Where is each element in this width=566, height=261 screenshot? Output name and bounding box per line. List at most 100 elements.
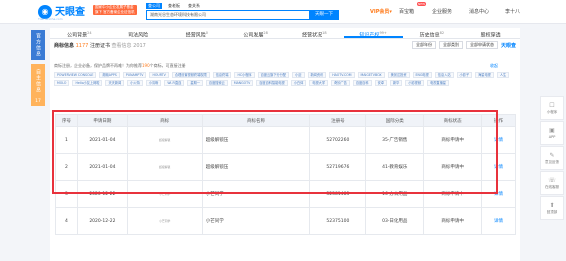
mini-program-icon: ☐	[549, 102, 555, 109]
note-number: 190	[142, 63, 150, 68]
search-button[interactable]: 天眼一下	[309, 10, 339, 20]
trademark-thumbnail[interactable]: 小芒同学	[153, 215, 177, 227]
tab-label: 股权穿透	[480, 32, 501, 39]
customer-service-button[interactable]: ☏ 在线客服	[540, 171, 564, 195]
tab-count: 82	[439, 31, 445, 35]
vip-link[interactable]: VIP会员▾	[370, 8, 392, 15]
tab-judicial-risk[interactable]: 司法风险	[109, 28, 168, 39]
trademark-chip[interactable]: 信息终端	[212, 72, 232, 78]
search-tab-relation[interactable]: 查关系	[186, 3, 202, 9]
trademark-chip[interactable]: 百度搜索云	[205, 80, 228, 86]
tab-history[interactable]: 历史信息82	[403, 28, 462, 39]
col-name: 商标名称	[201, 114, 311, 127]
collapse-link[interactable]: 收起	[490, 63, 498, 69]
trademark-chip[interactable]: 新闻资讯	[307, 72, 327, 78]
tab-operating-status[interactable]: 经营状况18	[285, 28, 344, 39]
trademark-chip[interactable]: 小影子	[456, 72, 473, 78]
cell-class: 41-教育娱乐	[365, 153, 425, 181]
user-menu[interactable]: 李十八	[505, 8, 520, 15]
trademark-chip[interactable]: 电视直播星	[427, 80, 449, 86]
trademark-chip[interactable]: 天天新闻	[105, 80, 125, 86]
trademark-chip[interactable]: MOLO	[54, 80, 70, 86]
trademark-chip[interactable]: 百度云旗下分分配	[257, 72, 290, 78]
trademark-chip[interactable]: 湘赣APPS	[99, 72, 120, 78]
left-category-tabs: 官方信息 自主信息 17	[31, 30, 45, 106]
app-link[interactable]: 百宝箱	[399, 8, 414, 15]
col-no: 序号	[55, 114, 78, 127]
search-tab-boss[interactable]: 查老板	[166, 3, 182, 9]
cell-image: 小芒同学	[126, 207, 203, 235]
section-title: 商标信息	[54, 43, 75, 49]
trademark-chip[interactable]: HOURTV	[149, 72, 169, 78]
trademark-chip[interactable]: POWERVIEW CONSOLE	[54, 72, 97, 78]
cell-date: 2020-12-22	[76, 180, 128, 208]
trademark-chip[interactable]: 安卓	[374, 80, 387, 86]
download-link[interactable]: 查看信息 2017	[112, 43, 146, 49]
trademark-chip[interactable]: 新华	[389, 80, 403, 86]
trademark-chip[interactable]: 小白体	[290, 80, 307, 86]
trademark-thumbnail[interactable]: 超级解锁	[153, 161, 177, 173]
trademark-chip[interactable]: 小清晰	[145, 80, 162, 86]
detail-link[interactable]: 详情	[481, 153, 516, 181]
search-tab-company[interactable]: 查公司	[146, 3, 162, 9]
status-filter[interactable]: 全部申请状态	[465, 41, 498, 49]
search-input[interactable]: 湖南光谷生态环境科技有限公司	[146, 10, 310, 20]
tab-equity[interactable]: 股权穿透	[461, 28, 520, 39]
trademark-chip[interactable]: ENG电视	[412, 72, 432, 78]
search-type-tabs: 查公司 查老板 查关系	[146, 3, 202, 9]
trademark-thumbnail[interactable]: 小芒同学	[153, 188, 177, 200]
phone-icon: ☏	[548, 177, 556, 184]
app-button[interactable]: ▣ APP	[540, 121, 564, 145]
trademark-thumbnail[interactable]: 超级解锁	[153, 134, 177, 146]
promo-banner[interactable]: 国家中小企业发展子基金旗下 官方备案企业征信机构	[93, 5, 137, 19]
trademark-chip[interactable]: MANGOTV	[230, 80, 254, 86]
tab-company-background[interactable]: 公司背景24	[50, 28, 109, 39]
trademark-chip[interactable]: 小影视频	[405, 80, 425, 86]
trademark-chip[interactable]: 电视大学	[309, 80, 329, 86]
section-sub: 注册证书	[89, 43, 110, 49]
col-image: 商标	[126, 114, 203, 127]
detail-link[interactable]: 详情	[481, 207, 516, 235]
trademark-chip[interactable]: 人生	[496, 72, 510, 78]
news-link[interactable]: 消息中心	[469, 8, 489, 15]
tab-company-development[interactable]: 公司发展28	[226, 28, 285, 39]
tab-intellectual-property[interactable]: 知识产权99+	[343, 28, 403, 39]
trademark-chip[interactable]: Wi-Fi直连	[164, 80, 185, 86]
table-row: 2 2021-01-04 超级解锁 超级解锁压 52719676 41-教育娱乐…	[55, 153, 516, 181]
trademark-chip[interactable]: MAIGETVBOX	[357, 72, 385, 78]
cell-date: 2021-01-04	[76, 126, 128, 154]
cell-reg: 52381483	[309, 180, 367, 208]
detail-link[interactable]: 详情	[481, 180, 516, 208]
cell-status: 商标申请中	[423, 153, 483, 181]
self-info-tab[interactable]: 自主信息	[31, 64, 45, 98]
trademark-chip[interactable]: 小火特	[127, 80, 143, 86]
trademark-chip[interactable]: 信息入站	[434, 72, 454, 78]
trademark-chip[interactable]: HC小程序	[234, 72, 255, 78]
trademark-chip[interactable]: 合理设置视频终端权限	[171, 72, 210, 78]
tab-operating-risk[interactable]: 经营风险0	[168, 28, 227, 39]
trademark-chip[interactable]: 星期一	[187, 80, 203, 86]
service-link[interactable]: 企业服务	[432, 8, 452, 15]
dimension-tabs: 公司背景24 司法风险 经营风险0 公司发展28 经营状况18 知识产权99+ …	[50, 28, 520, 39]
logo-subtitle: TianYanCha.com	[38, 17, 63, 21]
vip-label: VIP会员	[370, 9, 390, 15]
trademark-chip[interactable]: HAOTV.COM	[329, 72, 355, 78]
back-to-top-button[interactable]: ⬆ 回顶部	[540, 196, 564, 220]
col-status: 商标状态	[423, 114, 483, 127]
trademark-chip[interactable]: PUNAMPTV	[122, 72, 147, 78]
recommend-note: 商标注册，企业必备，保护品牌不再难！为你推荐190个商标，可直接注册	[54, 63, 186, 69]
trademark-chip[interactable]: 美景达投资	[387, 72, 410, 78]
detail-link[interactable]: 详情	[481, 126, 516, 154]
trademark-chip[interactable]: 海星电视	[475, 72, 494, 78]
trademark-chip[interactable]: 百度百科智能电视	[256, 80, 288, 86]
trademark-chip[interactable]: 奇妙广告	[331, 80, 350, 86]
year-filter[interactable]: 全部年份	[411, 41, 436, 49]
category-filter[interactable]: 全部类别	[438, 41, 463, 49]
trademark-chip[interactable]: 小迈	[292, 72, 305, 78]
mini-program-button[interactable]: ☐ 小程序	[540, 96, 564, 120]
feedback-button[interactable]: ✎ 意见反馈	[540, 146, 564, 170]
trademark-chip[interactable]: Hello小友上网啦	[72, 80, 103, 86]
tab-count: 28	[263, 31, 268, 35]
official-info-tab[interactable]: 官方信息	[31, 30, 45, 60]
trademark-chip[interactable]: 百度百科	[352, 80, 372, 86]
